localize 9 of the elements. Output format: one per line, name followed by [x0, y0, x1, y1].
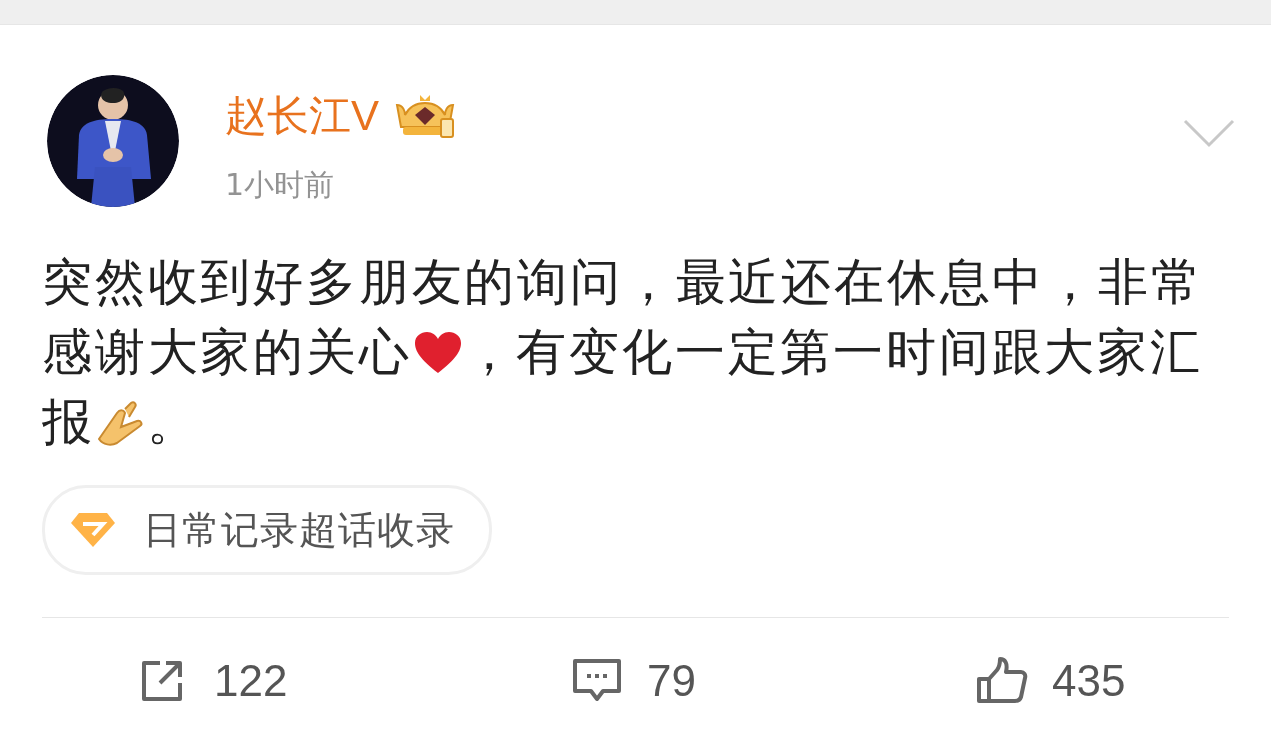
like-count[interactable]: 435 — [1052, 656, 1126, 706]
topic-tag[interactable]: 日常记录超话收录 — [42, 485, 492, 575]
crown-badge-icon — [393, 93, 457, 139]
chevron-down-icon[interactable] — [1183, 119, 1235, 149]
post-text: 突然收到好多朋友的询问，最近还在休息中，非常感谢大家的关心 ，有变化一定第一时间跟大家汇报 。 — [42, 252, 1205, 453]
repost-count[interactable]: 122 — [214, 656, 288, 706]
thumbs-up-icon — [976, 657, 1028, 705]
post-time: 1小时前 — [225, 166, 336, 204]
comment-count[interactable]: 79 — [647, 656, 696, 706]
